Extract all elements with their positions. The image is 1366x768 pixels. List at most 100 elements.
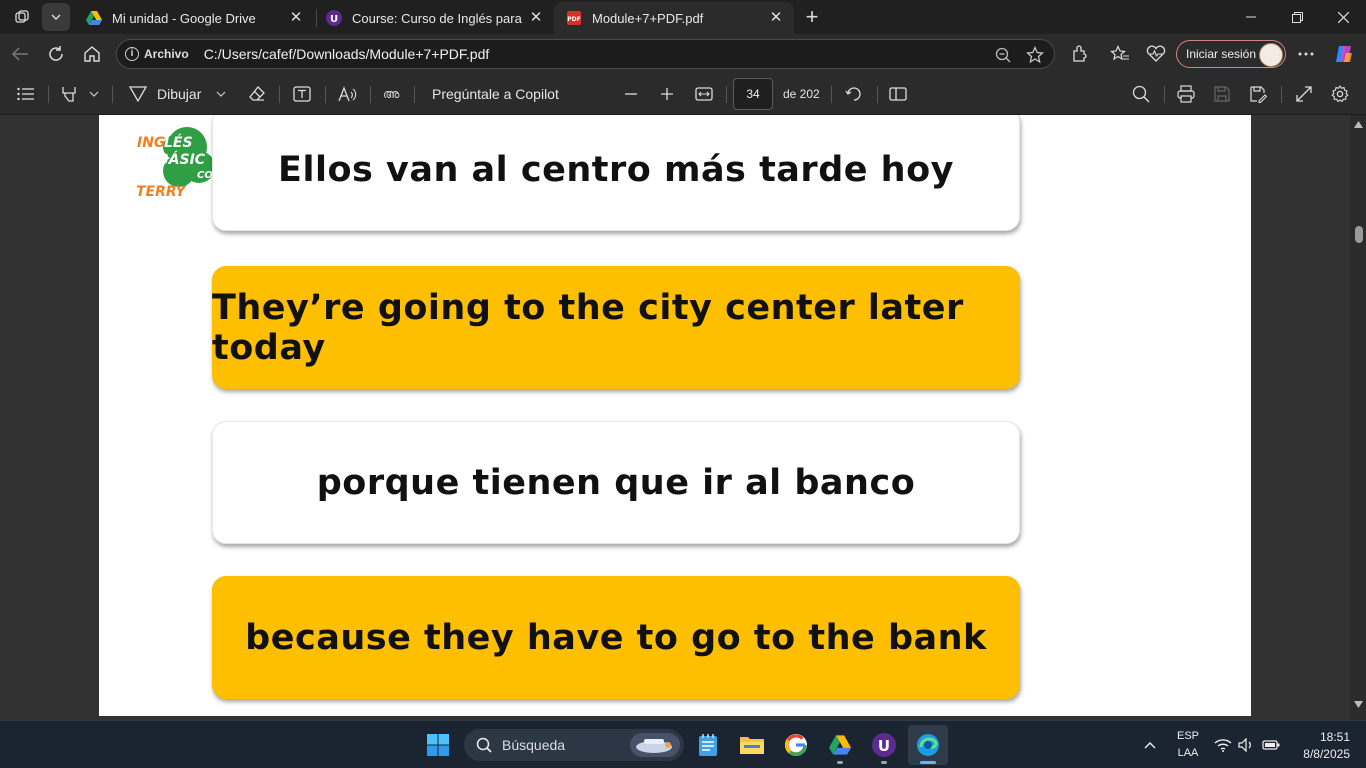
toolbar-divider xyxy=(370,86,371,103)
toolbar-divider xyxy=(1164,86,1165,103)
clock-date[interactable]: 8/8/2025 xyxy=(1290,747,1350,761)
google-drive-icon xyxy=(86,10,102,26)
translate-icon[interactable]: അ xyxy=(383,83,403,105)
eraser-icon[interactable] xyxy=(248,83,266,105)
scrollbar-thumb[interactable] xyxy=(1355,226,1363,243)
page-view-icon[interactable] xyxy=(889,83,907,105)
avatar xyxy=(1259,43,1283,67)
toolbar-divider xyxy=(279,86,280,103)
rotate-icon[interactable] xyxy=(845,83,863,105)
search-placeholder: Búsqueda xyxy=(502,737,566,753)
scroll-up-icon[interactable] xyxy=(1354,121,1363,128)
settings-gear-icon[interactable] xyxy=(1331,83,1349,105)
keyboard-layout[interactable]: LAA xyxy=(1172,747,1204,759)
taskbar: Búsqueda U ESP LAA 18:51 8/8/2025 xyxy=(0,720,1366,768)
favorites-icon[interactable] xyxy=(1106,40,1134,68)
search-icon[interactable] xyxy=(1132,83,1150,105)
tray-chevron-up-icon[interactable] xyxy=(1138,725,1162,765)
toolbar-divider xyxy=(414,86,415,103)
print-icon[interactable] xyxy=(1177,83,1195,105)
tab-google-drive[interactable]: Mi unidad - Google Drive ✕ xyxy=(74,2,314,34)
address-actions xyxy=(992,44,1046,66)
highlight-icon[interactable] xyxy=(60,83,78,105)
vertical-scrollbar[interactable] xyxy=(1350,115,1366,720)
svg-text:LÉS: LÉS xyxy=(164,134,193,151)
taskbar-google-drive[interactable] xyxy=(820,725,860,765)
refresh-icon[interactable] xyxy=(42,40,70,68)
clock-time[interactable]: 18:51 xyxy=(1294,730,1350,744)
taskbar-search[interactable]: Búsqueda xyxy=(464,729,684,761)
address-field[interactable]: i Archivo C:/Users/cafef/Downloads/Modul… xyxy=(116,39,1055,69)
favorite-star-icon[interactable] xyxy=(1024,44,1046,66)
notepad-icon xyxy=(699,734,717,756)
site-info-button[interactable]: i Archivo xyxy=(125,47,189,61)
close-tab-icon[interactable]: ✕ xyxy=(288,10,304,26)
pdf-viewer[interactable]: ING LÉS BÁSIC CO TERRY Ellos van al cent… xyxy=(0,115,1366,720)
pdf-page: ING LÉS BÁSIC CO TERRY Ellos van al cent… xyxy=(99,115,1251,716)
zoom-out-icon[interactable] xyxy=(992,44,1014,66)
fit-to-width-icon[interactable] xyxy=(695,83,713,105)
address-bar: i Archivo C:/Users/cafef/Downloads/Modul… xyxy=(0,34,1366,74)
read-aloud-icon[interactable] xyxy=(338,83,358,105)
close-tab-icon[interactable]: ✕ xyxy=(528,10,544,26)
close-window-icon[interactable] xyxy=(1320,0,1366,34)
highlight-chevron-down-icon[interactable] xyxy=(89,83,99,105)
minimize-icon[interactable] xyxy=(1228,0,1274,34)
svg-text:U: U xyxy=(330,14,338,25)
tab-actions-chevron-icon[interactable] xyxy=(42,3,70,31)
svg-text:BÁSIC: BÁSIC xyxy=(158,151,206,168)
close-tab-icon[interactable]: ✕ xyxy=(768,10,784,26)
info-icon: i xyxy=(125,47,139,61)
contents-icon[interactable] xyxy=(17,83,35,105)
url-text[interactable]: C:/Users/cafef/Downloads/Module+7+PDF.pd… xyxy=(204,46,490,62)
svg-text:PDF: PDF xyxy=(567,16,580,23)
toolbar-divider xyxy=(831,86,832,103)
copilot-icon[interactable] xyxy=(1330,40,1358,68)
draw-button[interactable]: Dibujar xyxy=(128,83,201,105)
pdf-toolbar: Dibujar അ Pregúntale a Copilot 34 de 202 xyxy=(0,74,1366,115)
google-drive-icon xyxy=(829,735,851,755)
search-highlight-image xyxy=(630,733,680,757)
quick-settings[interactable] xyxy=(1212,725,1282,765)
scroll-down-icon[interactable] xyxy=(1354,701,1363,708)
new-tab-button[interactable]: + xyxy=(798,3,826,31)
input-language[interactable]: ESP xyxy=(1172,730,1204,742)
browser-essentials-icon[interactable] xyxy=(1142,40,1170,68)
windows-logo-icon xyxy=(427,734,449,756)
svg-text:U: U xyxy=(878,737,890,755)
running-indicator xyxy=(920,761,936,764)
draw-chevron-down-icon[interactable] xyxy=(216,83,226,105)
add-text-icon[interactable] xyxy=(293,83,311,105)
page-number-input[interactable]: 34 xyxy=(733,78,773,110)
zoom-in-icon[interactable] xyxy=(660,83,674,105)
ask-copilot-button[interactable]: Pregúntale a Copilot xyxy=(432,83,559,105)
save-as-icon[interactable] xyxy=(1249,83,1267,105)
start-button[interactable] xyxy=(418,725,458,765)
back-icon[interactable] xyxy=(6,40,34,68)
taskbar-chrome[interactable] xyxy=(776,725,816,765)
tab-course[interactable]: U Course: Curso de Inglés para principia… xyxy=(314,2,554,34)
taskbar-file-explorer[interactable] xyxy=(732,725,772,765)
more-menu-icon[interactable] xyxy=(1292,40,1320,68)
home-icon[interactable] xyxy=(78,40,106,68)
restore-icon[interactable] xyxy=(1274,0,1320,34)
folder-icon xyxy=(740,737,764,754)
workspaces-icon[interactable] xyxy=(8,3,36,31)
taskbar-edge[interactable] xyxy=(908,725,948,765)
running-indicator xyxy=(837,761,843,764)
zoom-out-icon[interactable] xyxy=(624,83,638,105)
toolbar-divider xyxy=(112,86,113,103)
tab-pdf[interactable]: PDF Module+7+PDF.pdf ✕ xyxy=(554,2,794,34)
extensions-icon[interactable] xyxy=(1066,40,1094,68)
toolbar-divider xyxy=(48,86,49,103)
ingles-basico-logo: ING LÉS BÁSIC CO TERRY xyxy=(136,127,215,199)
taskbar-course-app[interactable]: U xyxy=(864,725,904,765)
svg-text:CO: CO xyxy=(197,170,213,181)
signin-button[interactable]: Iniciar sesión xyxy=(1176,40,1286,68)
svg-text:TERRY: TERRY xyxy=(136,184,187,199)
taskbar-notepad[interactable] xyxy=(688,725,728,765)
phrase-card: Ellos van al centro más tarde hoy xyxy=(212,115,1020,231)
save-icon[interactable] xyxy=(1213,83,1231,105)
full-screen-icon[interactable] xyxy=(1295,83,1313,105)
svg-text:ING: ING xyxy=(137,135,165,151)
